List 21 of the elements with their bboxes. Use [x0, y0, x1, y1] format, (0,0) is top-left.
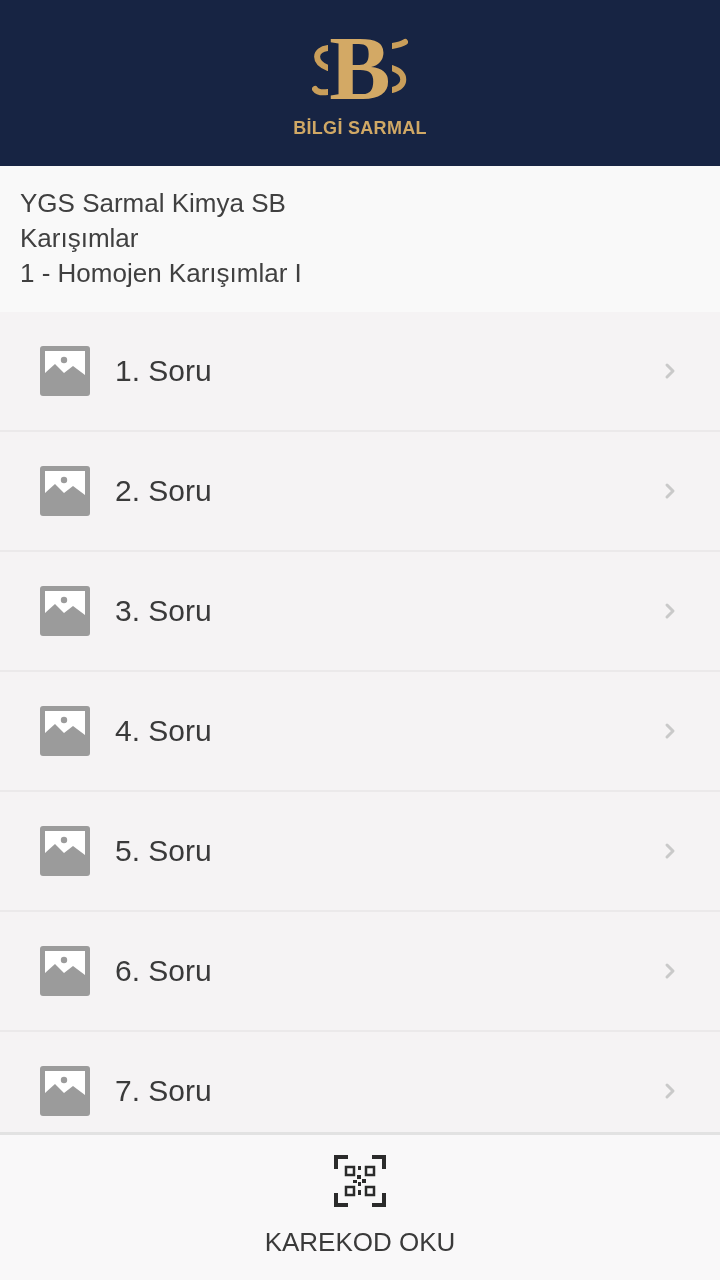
question-label: 1. Soru	[115, 354, 213, 388]
image-icon	[40, 946, 90, 996]
breadcrumb-text: Karışımlar	[20, 222, 139, 255]
question-label: 6. Soru	[115, 954, 213, 988]
image-icon	[40, 586, 90, 636]
image-icon	[40, 466, 90, 516]
question-label: 5. Soru	[115, 834, 213, 868]
qr-code-icon	[334, 1155, 386, 1207]
question-label: 4. Soru	[115, 714, 213, 748]
question-label: 3. Soru	[115, 594, 213, 628]
breadcrumb-text: 1 - Homojen Karışımlar I	[20, 257, 302, 290]
qr-scan-button[interactable]: KAREKOD OKU	[264, 1155, 456, 1258]
question-label: 2. Soru	[115, 474, 213, 508]
image-icon	[40, 826, 90, 876]
breadcrumb-text: YGS Sarmal Kimya SB	[20, 187, 286, 220]
image-icon	[40, 346, 90, 396]
logo-wordmark: BİLGİ SARMAL	[293, 118, 427, 138]
logo-monogram: B	[329, 28, 392, 108]
image-icon	[40, 1066, 90, 1116]
image-icon	[40, 706, 90, 756]
question-label: 7. Soru	[115, 1074, 213, 1108]
